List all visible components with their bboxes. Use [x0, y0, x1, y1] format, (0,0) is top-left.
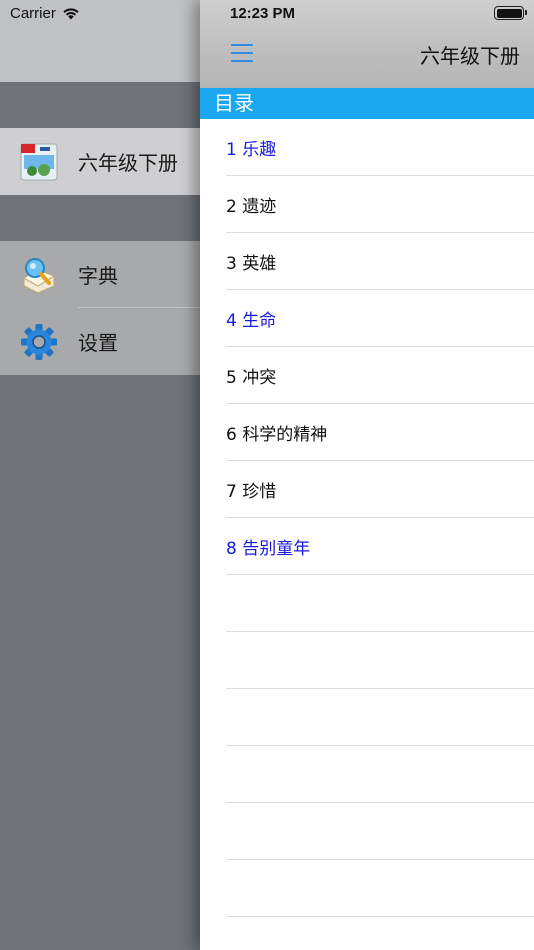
section-header: 目录 [200, 88, 534, 119]
dictionary-icon [20, 256, 58, 294]
chapter-row[interactable]: 7 珍惜 [200, 461, 534, 518]
carrier-label: Carrier [10, 5, 56, 22]
menu-item-settings[interactable]: 设置 [0, 308, 200, 375]
menu-status-bar: Carrier [0, 0, 200, 82]
chapter-label: 1 乐趣 [226, 140, 277, 160]
chapter-label: 6 科学的精神 [226, 425, 328, 445]
chapter-row[interactable]: 3 英雄 [200, 233, 534, 290]
status-time: 12:23 PM [230, 5, 296, 22]
navigation-bar: 12:23 PM 六年级下册 [200, 0, 534, 88]
screen: Carrier 六年级下册 字典 设置 12:23 PM 六年级下册 目录 1 … [0, 0, 534, 950]
menu-group-tools: 字典 设置 [0, 241, 200, 375]
chapter-label: 4 生命 [226, 311, 277, 331]
chapter-row[interactable]: 5 冲突 [200, 347, 534, 404]
chapter-row [200, 860, 534, 917]
nav-title: 六年级下册 [420, 44, 520, 68]
carrier-indicator: Carrier [10, 5, 80, 22]
chapter-label: 7 珍惜 [226, 482, 277, 502]
menu-group-books: 六年级下册 [0, 128, 200, 195]
chapter-row[interactable]: 4 生命 [200, 290, 534, 347]
content-panel: 12:23 PM 六年级下册 目录 1 乐趣 2 遗迹 3 英雄 4 生命 5 冲突 6 … [200, 0, 534, 950]
menu-item-label: 字典 [78, 264, 118, 288]
chapter-row[interactable]: 6 科学的精神 [200, 404, 534, 461]
menu-item-grade6[interactable]: 六年级下册 [0, 128, 200, 195]
chapter-row[interactable]: 1 乐趣 [200, 119, 534, 176]
menu-item-label: 六年级下册 [78, 151, 178, 175]
chapter-row[interactable]: 8 告别童年 [200, 518, 534, 575]
chapter-row [200, 746, 534, 803]
gear-icon [20, 323, 58, 361]
chapter-row [200, 632, 534, 689]
chapter-list: 1 乐趣 2 遗迹 3 英雄 4 生命 5 冲突 6 科学的精神 7 珍惜 8 告别童年 [200, 119, 534, 917]
wifi-icon [63, 8, 79, 20]
chapter-row [200, 803, 534, 860]
chapter-label: 8 告别童年 [226, 539, 311, 559]
chapter-label: 2 遗迹 [226, 197, 277, 217]
battery-icon [494, 6, 527, 20]
side-menu: Carrier 六年级下册 字典 设置 [0, 0, 200, 950]
chapter-row [200, 689, 534, 746]
chapter-label: 3 英雄 [226, 254, 277, 274]
menu-item-dictionary[interactable]: 字典 [0, 241, 200, 308]
chapter-row[interactable]: 2 遗迹 [200, 176, 534, 233]
menu-item-label: 设置 [78, 331, 118, 355]
chapter-row [200, 575, 534, 632]
chapter-label: 5 冲突 [226, 368, 277, 388]
hamburger-icon[interactable] [231, 44, 253, 62]
book-cover-icon [20, 143, 58, 181]
